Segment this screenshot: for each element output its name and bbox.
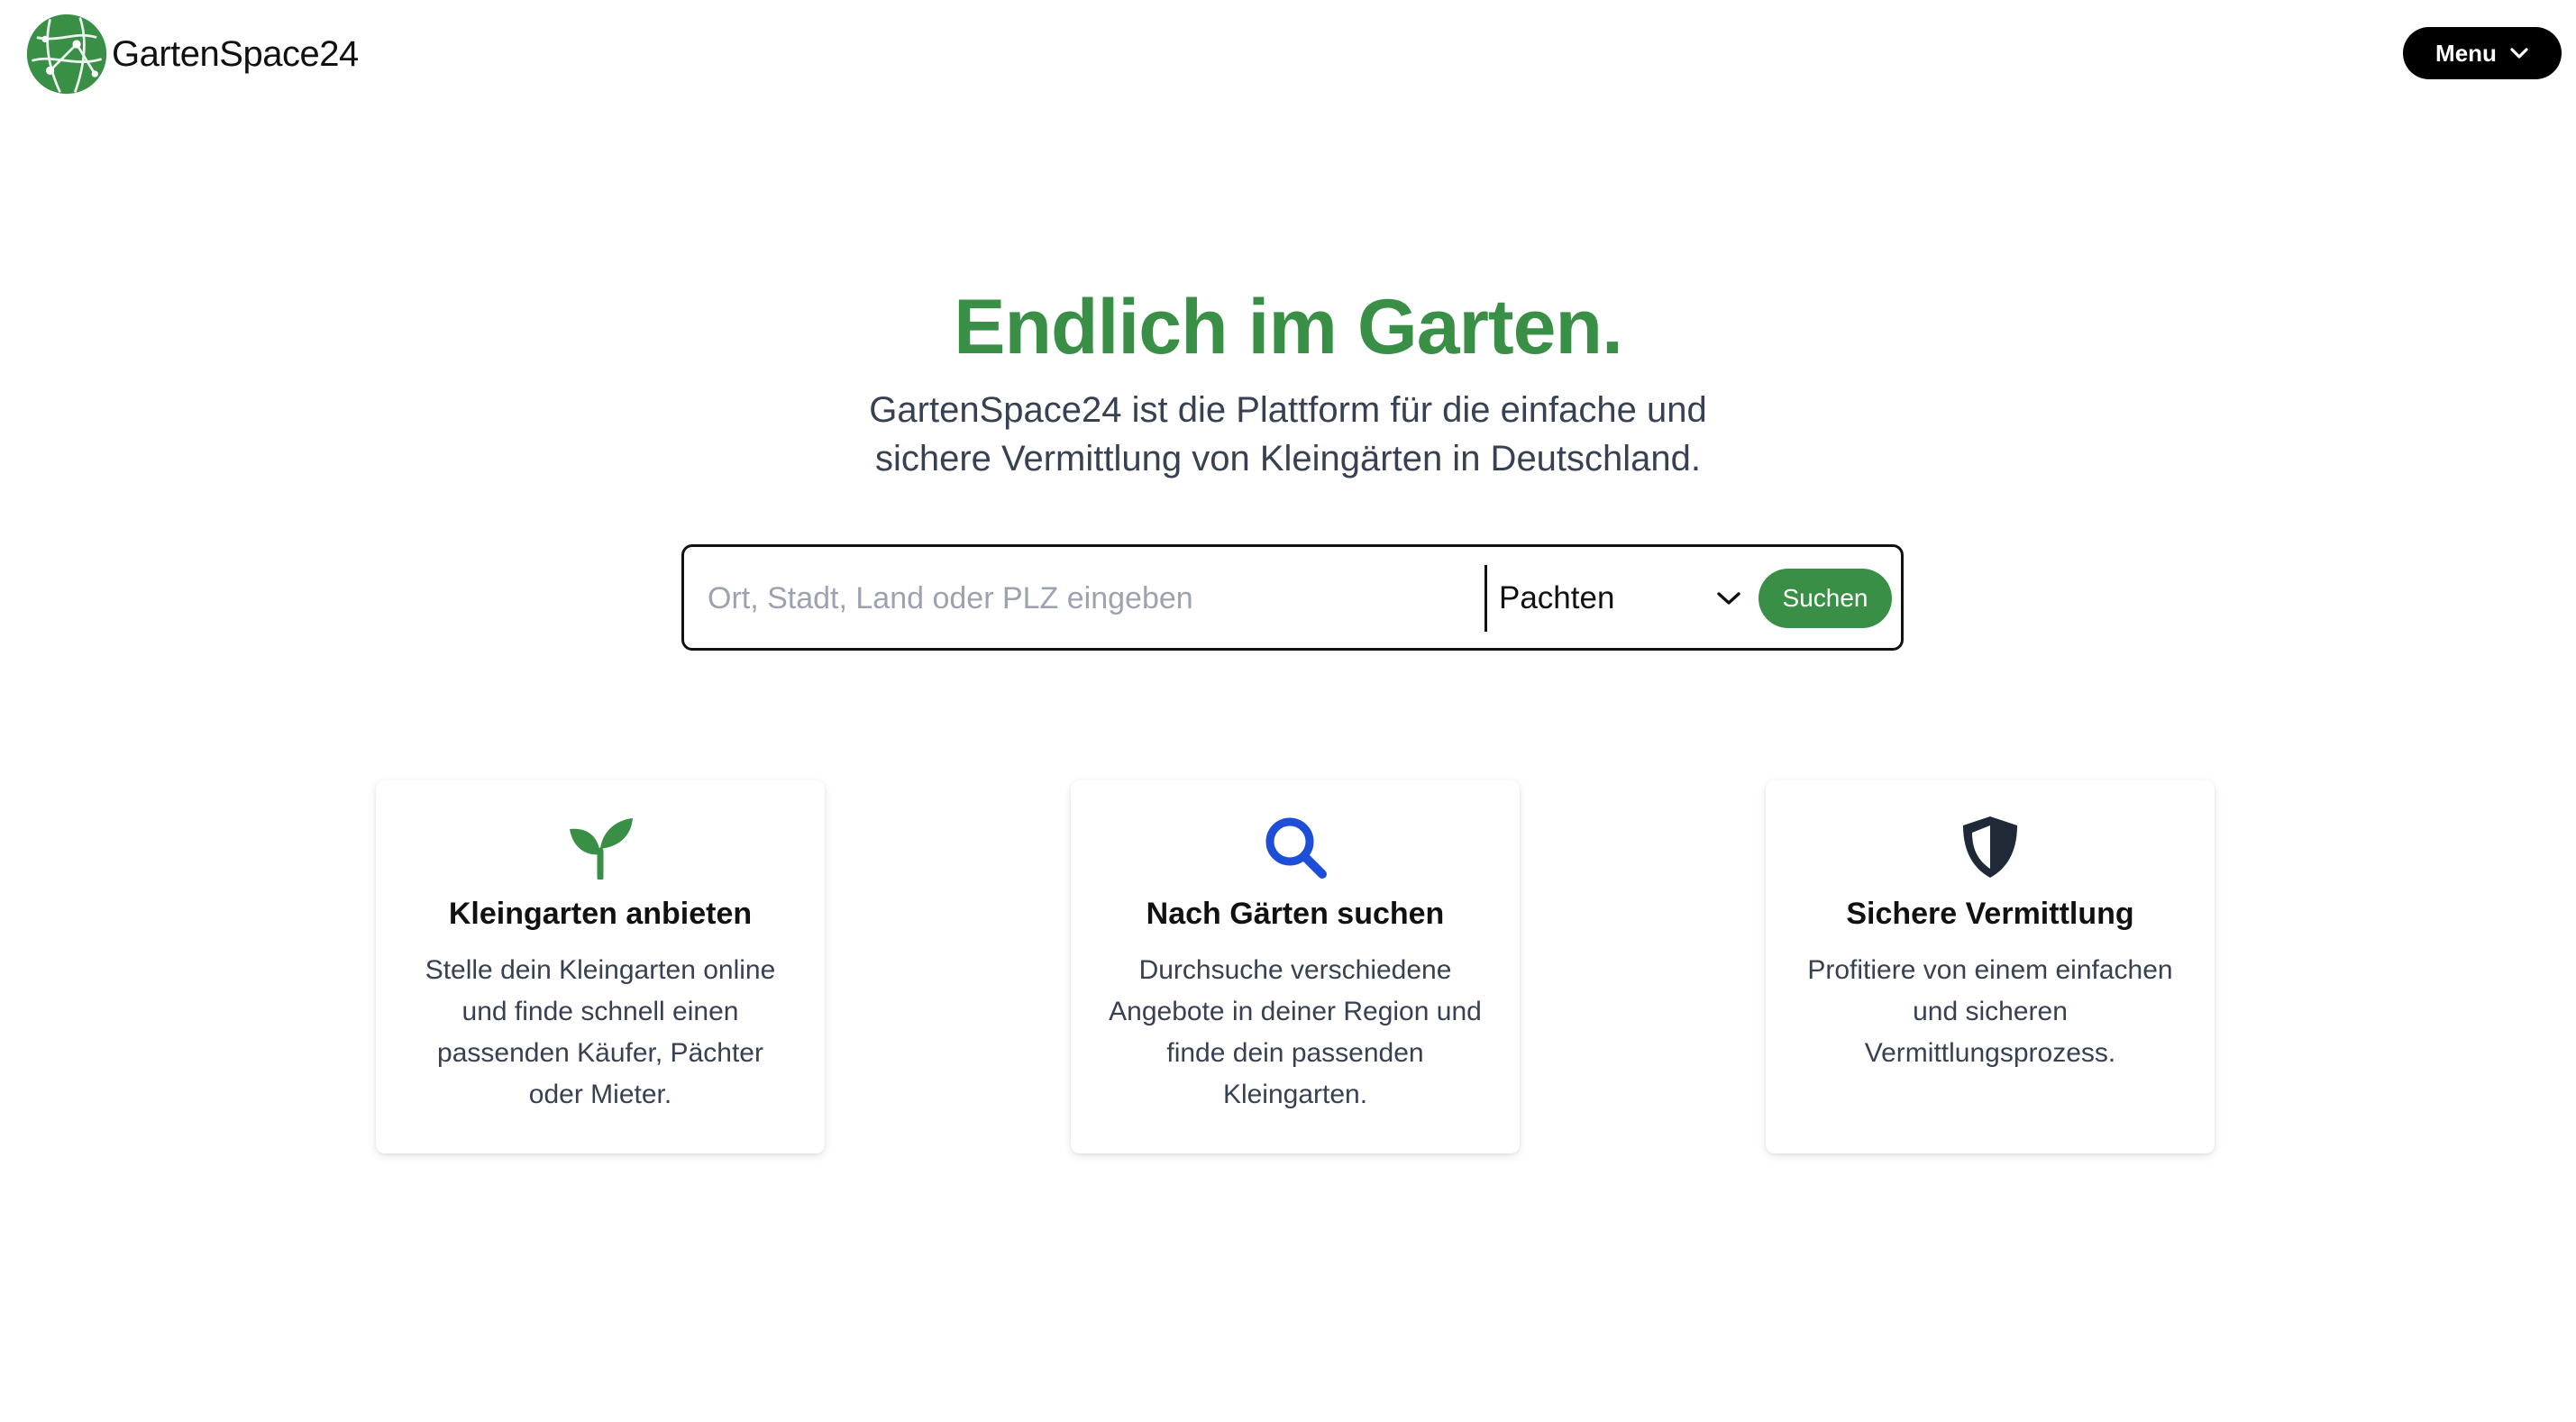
search-divider: [1484, 565, 1487, 632]
feature-card-search: Nach Gärten suchen Durchsuche verschiede…: [1071, 780, 1520, 1153]
feature-title: Kleingarten anbieten: [448, 897, 753, 931]
feature-title: Nach Gärten suchen: [1146, 897, 1445, 931]
sprout-icon: [568, 815, 633, 880]
menu-label: Menu: [2435, 39, 2497, 67]
feature-text: Stelle dein Kleingarten online und finde…: [425, 955, 776, 1109]
location-search-input[interactable]: [708, 565, 1474, 632]
feature-card-secure: Sichere Vermittlung Profitiere von einem…: [1766, 780, 2215, 1153]
chevron-down-icon: [1717, 592, 1740, 605]
search-icon: [1263, 815, 1328, 880]
globe-logo-icon: [26, 14, 107, 95]
feature-text: Durchsuche verschiedene Angebote in dein…: [1109, 955, 1482, 1109]
site-header: GartenSpace24 Menu: [0, 0, 2576, 108]
listing-type-value: Pachten: [1499, 580, 1615, 615]
hero-title: Endlich im Garten.: [954, 284, 1623, 370]
hero-subtitle: GartenSpace24 ist die Plattform für die …: [0, 386, 2576, 483]
listing-type-select[interactable]: Pachten: [1499, 565, 1742, 632]
search-button[interactable]: Suchen: [1758, 569, 1892, 628]
menu-button[interactable]: Menu: [2403, 27, 2562, 79]
feature-text: Profitiere von einem einfachen und siche…: [1807, 955, 2173, 1068]
brand-name: GartenSpace24: [112, 34, 359, 74]
hero-subtitle-line-2: sichere Vermittlung von Kleingärten in D…: [874, 439, 1702, 479]
shield-icon: [1958, 815, 2023, 880]
search-form: Pachten Suchen: [681, 544, 1904, 651]
feature-card-offer: Kleingarten anbieten Stelle dein Kleinga…: [376, 780, 825, 1153]
hero-subtitle-line-1: GartenSpace24 ist die Plattform für die …: [869, 390, 1707, 430]
brand-home-link[interactable]: GartenSpace24: [25, 13, 359, 96]
chevron-down-icon: [2510, 48, 2528, 59]
feature-title: Sichere Vermittlung: [1846, 897, 2134, 931]
